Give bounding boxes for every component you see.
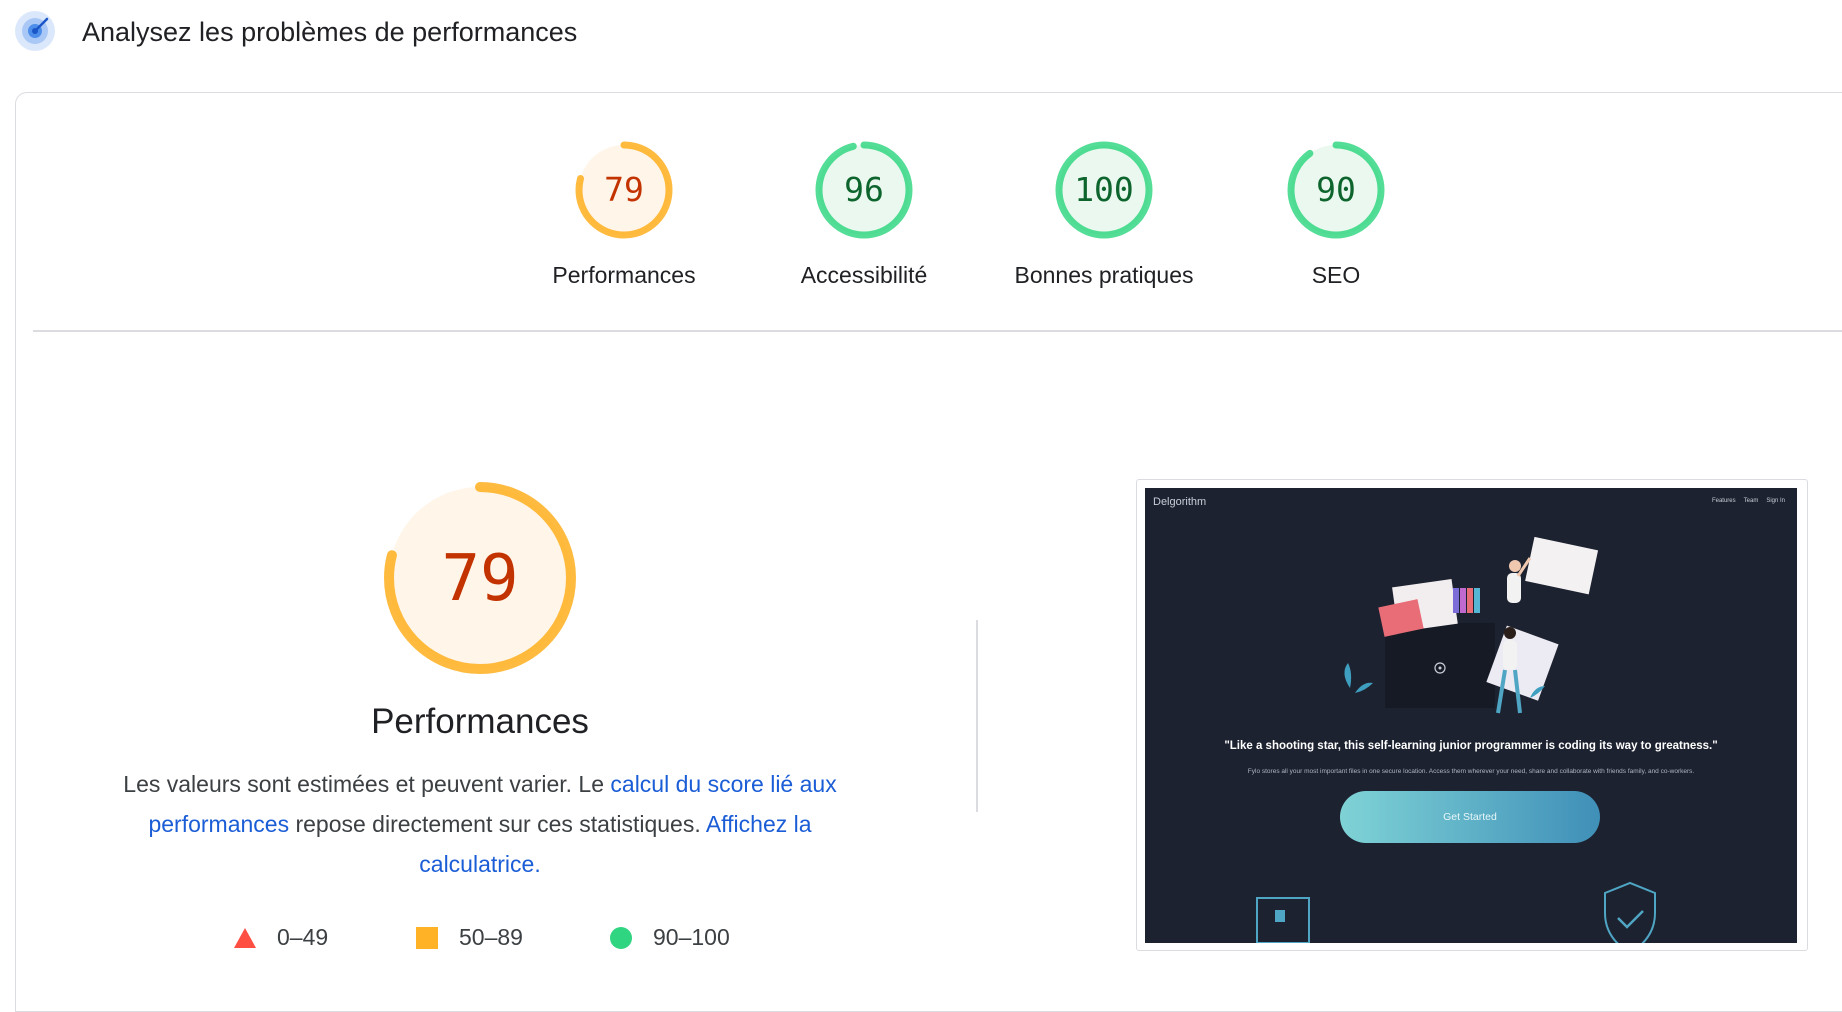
page-title: Analysez les problèmes de performances [82, 17, 578, 47]
svg-text:96: 96 [844, 170, 884, 209]
gauge-label: Accessibilité [800, 262, 928, 288]
thumb-cta-button: Get Started [1340, 791, 1600, 843]
svg-text:79: 79 [604, 170, 644, 209]
orange-square-icon [416, 926, 438, 949]
final-screenshot[interactable]: Delgorithm Features Team Sign In "Like a… [1136, 479, 1808, 951]
gauge-label: Bonnes pratiques [1014, 262, 1194, 288]
legend-label: 50–89 [459, 924, 523, 950]
thumb-subtitle: Fylo stores all your most important file… [1247, 768, 1695, 775]
svg-text:90: 90 [1316, 170, 1356, 209]
category-gauges: 79 Performances 96 Accessibilité 100 Bon… [0, 140, 1842, 300]
legend-label: 90–100 [653, 924, 730, 950]
gauge-label: Performances [552, 262, 696, 288]
hero-illustration [1256, 536, 1656, 943]
thumb-nav-item: Team [1743, 498, 1759, 504]
gauge-ring-icon: 100 [1055, 141, 1153, 239]
legend-item-pass: 90–100 [609, 924, 730, 951]
gauge-ring-icon: 79 [575, 141, 673, 239]
description-text: repose directement sur ces statistiques. [289, 811, 706, 837]
thumb-nav: Features Team Sign In [1712, 498, 1785, 504]
gauge-accessibility[interactable]: 96 Accessibilité [744, 140, 984, 289]
page-header: Analysez les problèmes de performances [0, 0, 1842, 80]
green-circle-icon [610, 926, 632, 949]
performance-description: Les valeurs sont estimées et peuvent var… [100, 764, 860, 884]
score-legend: 0–49 50–89 90–100 [0, 924, 900, 964]
gauge-performances[interactable]: 79 Performances [504, 140, 744, 289]
performance-title: Performances [371, 702, 589, 741]
thumb-quote: "Like a shooting star, this self-learnin… [1224, 740, 1718, 752]
thumb-nav-item: Features [1711, 498, 1736, 504]
thumb-nav-item: Sign In [1766, 498, 1785, 504]
gauge-seo[interactable]: 90 SEO [1216, 140, 1456, 289]
legend-label: 0–49 [277, 924, 329, 950]
description-text: Les valeurs sont estimées et peuvent var… [123, 771, 611, 797]
lighthouse-gauge-icon [15, 11, 55, 51]
red-triangle-icon [234, 927, 256, 948]
performance-gauge: 79 [384, 482, 576, 674]
page-screenshot: Delgorithm Features Team Sign In "Like a… [1145, 488, 1797, 943]
performance-score: 79 [441, 542, 518, 616]
legend-item-average: 50–89 [415, 924, 523, 951]
gauge-label: SEO [1311, 262, 1361, 288]
gauge-ring-icon: 90 [1287, 141, 1385, 239]
thumb-brand: Delgorithm [1153, 496, 1207, 508]
svg-text:100: 100 [1074, 170, 1134, 209]
gauge-best-practices[interactable]: 100 Bonnes pratiques [984, 140, 1224, 289]
legend-item-fail: 0–49 [233, 924, 328, 951]
gauge-ring-icon: 96 [815, 141, 913, 239]
vertical-divider [976, 620, 978, 812]
section-divider [33, 330, 1842, 332]
